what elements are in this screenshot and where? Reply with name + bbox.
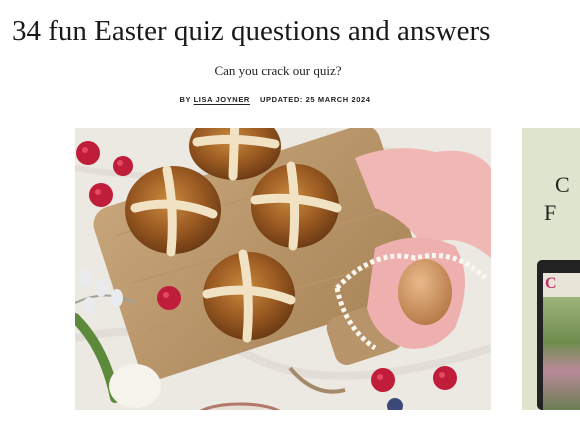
advert-text-2: F bbox=[544, 200, 557, 225]
byline: BY LISA JOYNER UPDATED: 25 MARCH 2024 bbox=[0, 95, 550, 104]
magazine-cover-image bbox=[543, 297, 580, 410]
bun-1 bbox=[125, 165, 221, 257]
hero-image bbox=[75, 128, 491, 410]
article-title: 34 fun Easter quiz questions and answers bbox=[12, 15, 491, 47]
hot-cross-buns-illustration bbox=[75, 128, 491, 410]
advert-sidebar[interactable]: C F C bbox=[522, 128, 580, 410]
advert-text-1: C bbox=[555, 172, 570, 197]
egg bbox=[398, 259, 452, 325]
article-subtitle: Can you crack our quiz? bbox=[214, 63, 342, 78]
magazine-logo: C bbox=[545, 275, 557, 292]
byline-updated-date: 25 MARCH 2024 bbox=[305, 95, 371, 104]
bun-4 bbox=[202, 249, 296, 343]
bun-3 bbox=[250, 161, 342, 251]
byline-by-label: BY bbox=[179, 95, 191, 104]
author-link[interactable]: LISA JOYNER bbox=[194, 95, 250, 104]
byline-updated-label: UPDATED: bbox=[259, 95, 303, 104]
magazine-cover: C bbox=[543, 273, 580, 410]
